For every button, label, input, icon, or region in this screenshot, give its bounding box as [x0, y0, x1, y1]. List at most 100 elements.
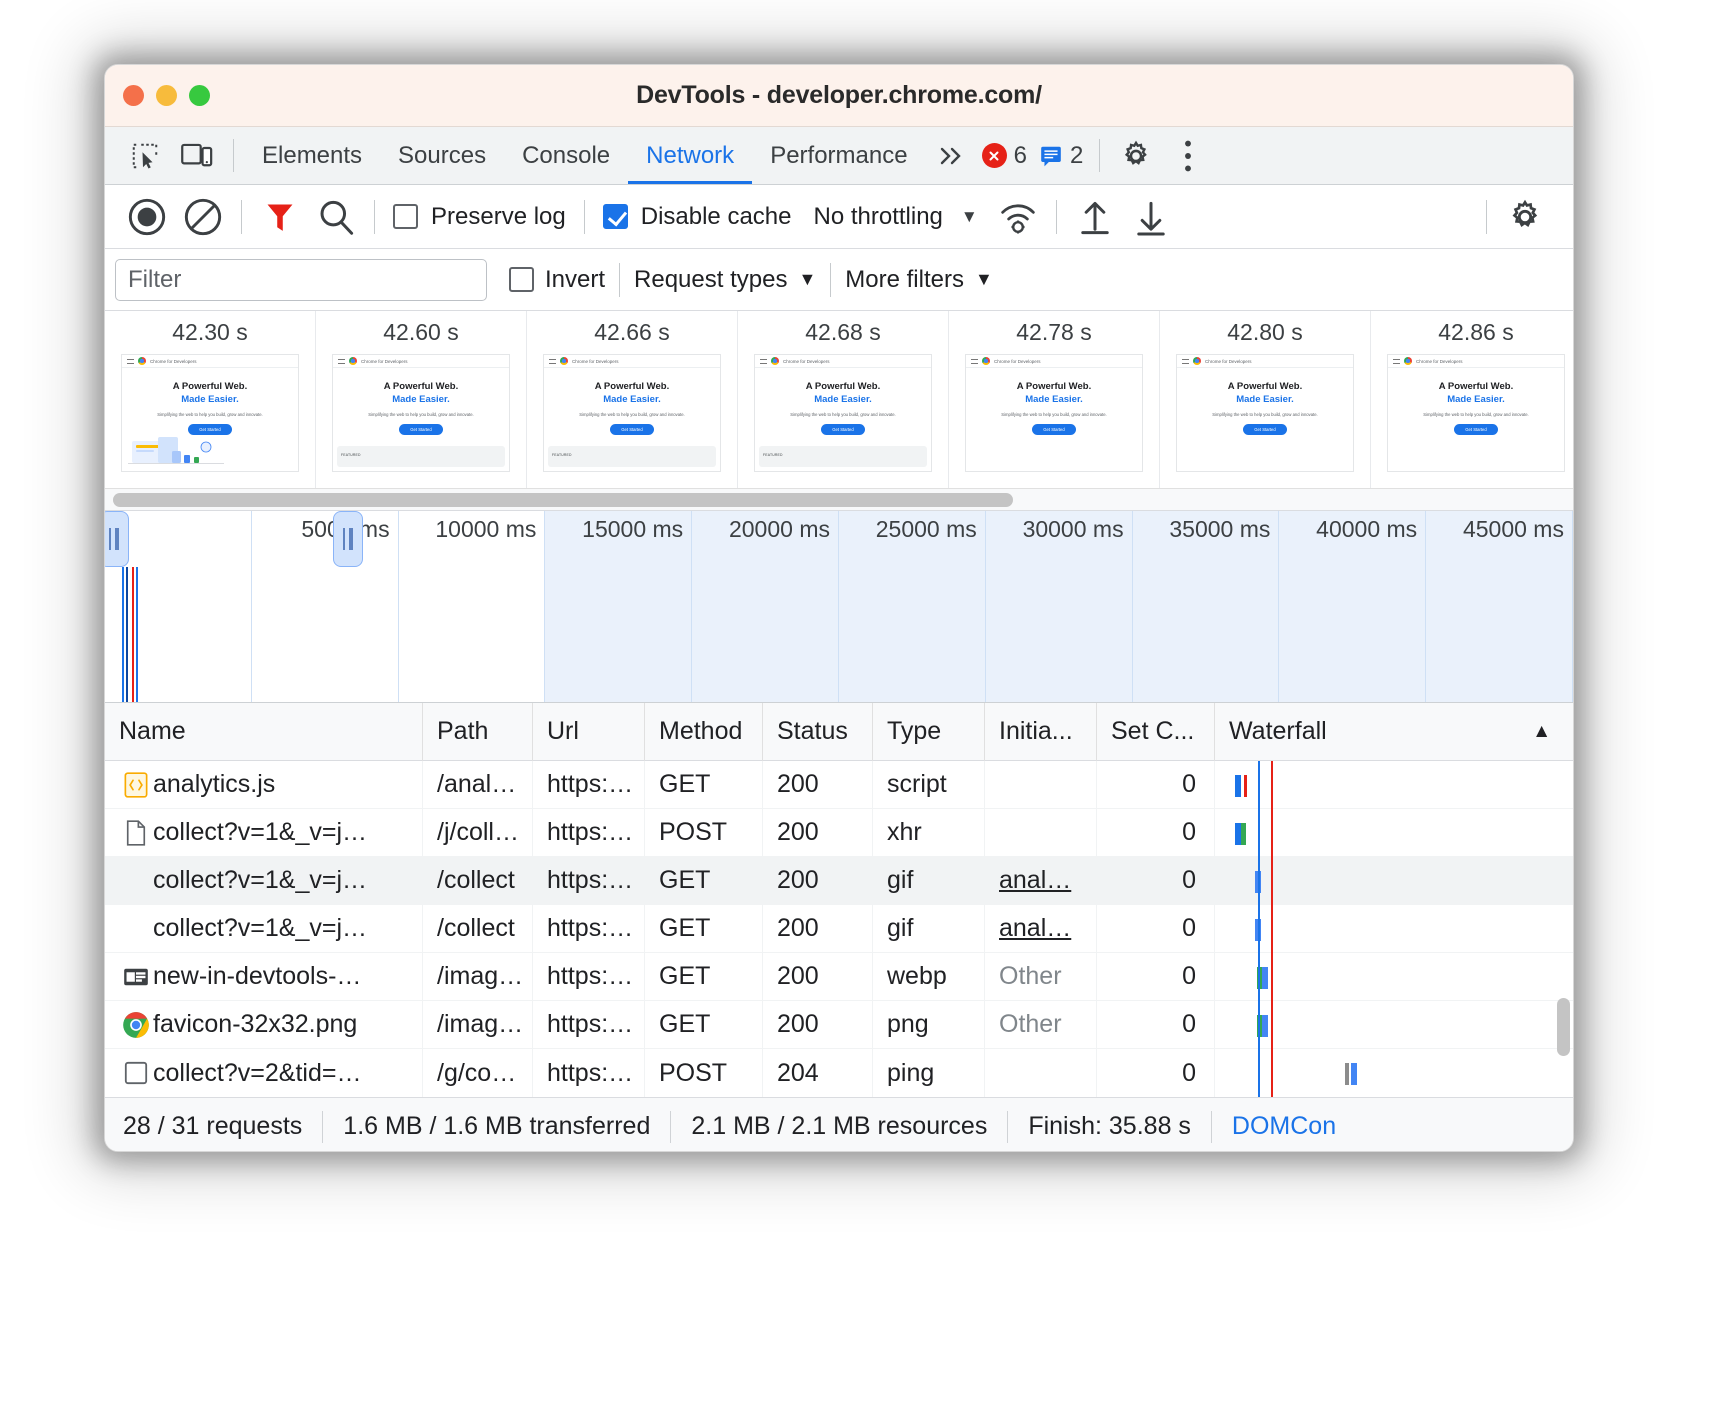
tab-sources-label: Sources: [398, 142, 486, 170]
page-brand: Chrome for Developers: [783, 359, 830, 364]
devtools-tabbar: Elements Sources Console Network Perform…: [105, 127, 1573, 185]
more-filters-dropdown[interactable]: More filters ▼: [845, 266, 993, 294]
filmstrip-frame[interactable]: 42.30 s Chrome for Developers A Powerful…: [105, 311, 316, 488]
table-row[interactable]: favicon-32x32.png /imag… https:… GET 200…: [105, 1001, 1573, 1049]
more-vertical-icon[interactable]: [1162, 127, 1214, 184]
throttling-chevron-down-icon[interactable]: ▼: [947, 207, 990, 227]
page-featured-label: FEATURED: [763, 453, 783, 457]
column-header-name[interactable]: Name: [105, 703, 423, 761]
page-cta-button: Get Started: [821, 424, 865, 435]
preserve-log-label: Preserve log: [431, 203, 566, 231]
column-header-path[interactable]: Path: [423, 703, 533, 761]
page-featured-label: FEATURED: [552, 453, 572, 457]
cell-type: webp: [873, 953, 985, 1001]
left-handle-grip-icon: [109, 528, 119, 550]
filter-input[interactable]: [115, 259, 487, 301]
chrome-icon: [119, 1011, 153, 1039]
filmstrip-scrollbar[interactable]: [105, 489, 1573, 511]
window-titlebar: DevTools - developer.chrome.com/: [105, 65, 1573, 127]
export-har-icon[interactable]: [1123, 189, 1179, 245]
tab-network[interactable]: Network: [628, 127, 752, 184]
filmstrip[interactable]: 42.30 s Chrome for Developers A Powerful…: [105, 311, 1573, 489]
error-badge[interactable]: 6: [976, 127, 1033, 184]
page-topbar: Chrome for Developers: [122, 355, 298, 368]
network-conditions-icon[interactable]: [990, 189, 1046, 245]
network-overview-timeline[interactable]: 5000 ms 10000 ms 15000 ms 20000 ms 25000…: [105, 511, 1573, 703]
requests-table-header: Name Path Url Method Status Type Initia.…: [105, 703, 1573, 761]
more-tabs-chevron-icon[interactable]: [926, 127, 976, 184]
chrome-icon: [771, 357, 779, 365]
cell-initiator[interactable]: anal…: [985, 857, 1097, 905]
tab-console[interactable]: Console: [504, 127, 628, 184]
column-header-waterfall[interactable]: Waterfall ▲: [1215, 703, 1573, 761]
close-window-button[interactable]: [123, 85, 144, 106]
filmstrip-frame[interactable]: 42.68 s Chrome for Developers A Powerful…: [738, 311, 949, 488]
ping-icon: [119, 1061, 153, 1085]
network-settings-gear-icon[interactable]: [1497, 189, 1553, 245]
cell-initiator[interactable]: anal…: [985, 905, 1097, 953]
column-header-status[interactable]: Status: [763, 703, 873, 761]
column-header-set-cookies[interactable]: Set C...: [1097, 703, 1215, 761]
record-icon[interactable]: [119, 189, 175, 245]
column-header-url[interactable]: Url: [533, 703, 645, 761]
tab-elements[interactable]: Elements: [244, 127, 380, 184]
page-subtitle: Simplifying the web to help you build, g…: [755, 412, 931, 417]
request-types-chevron-down-icon: ▼: [798, 269, 816, 290]
import-har-icon[interactable]: [1067, 189, 1123, 245]
table-row[interactable]: analytics.js /anal… https:… GET 200 scri…: [105, 761, 1573, 809]
cell-name[interactable]: favicon-32x32.png: [105, 1001, 423, 1049]
status-resources: 2.1 MB / 2.1 MB resources: [671, 1112, 1007, 1141]
filmstrip-frame[interactable]: 42.78 s Chrome for Developers A Powerful…: [949, 311, 1160, 488]
table-row[interactable]: collect?v=1&_v=j… /j/coll… https:… POST …: [105, 809, 1573, 857]
invert-checkbox[interactable]: Invert: [509, 266, 605, 294]
minimize-window-button[interactable]: [156, 85, 177, 106]
page-topbar: Chrome for Developers: [1177, 355, 1353, 368]
overview-selection-left-handle[interactable]: [105, 511, 129, 567]
overview-cell: 45000 ms: [1426, 511, 1573, 703]
cell-name[interactable]: new-in-devtools-…: [105, 953, 423, 1001]
column-header-initiator[interactable]: Initia...: [985, 703, 1097, 761]
network-toolbar: Preserve log Disable cache No throttling…: [105, 185, 1573, 249]
overview-selection-right-handle[interactable]: [333, 511, 363, 567]
table-row[interactable]: collect?v=1&_v=j… /collect https:… GET 2…: [105, 905, 1573, 953]
maximize-window-button[interactable]: [189, 85, 210, 106]
filter-funnel-icon[interactable]: [252, 189, 308, 245]
tab-performance[interactable]: Performance: [752, 127, 925, 184]
request-types-dropdown[interactable]: Request types ▼: [634, 266, 816, 294]
tab-elements-label: Elements: [262, 142, 362, 170]
filmstrip-frame[interactable]: 42.60 s Chrome for Developers A Powerful…: [316, 311, 527, 488]
cell-waterfall: [1215, 761, 1573, 809]
disable-cache-checkbox[interactable]: Disable cache: [595, 203, 800, 231]
preserve-log-checkbox[interactable]: Preserve log: [385, 203, 574, 231]
table-row[interactable]: new-in-devtools-… /imag… https:… GET 200…: [105, 953, 1573, 1001]
search-icon[interactable]: [308, 189, 364, 245]
filmstrip-frame[interactable]: 42.66 s Chrome for Developers A Powerful…: [527, 311, 738, 488]
cell-path: /collect: [423, 857, 533, 905]
table-scrollbar-thumb[interactable]: [1557, 998, 1570, 1056]
filmstrip-frame-time: 42.68 s: [805, 319, 880, 346]
inspect-element-icon[interactable]: [119, 127, 171, 184]
throttling-select[interactable]: No throttling: [799, 203, 946, 231]
filmstrip-frame[interactable]: 42.80 s Chrome for Developers A Powerful…: [1160, 311, 1371, 488]
device-toolbar-icon[interactable]: [171, 127, 223, 184]
cell-name[interactable]: collect?v=1&_v=j…: [105, 857, 423, 905]
cell-name[interactable]: collect?v=2&tid=…: [105, 1049, 423, 1097]
cell-name[interactable]: collect?v=1&_v=j…: [105, 809, 423, 857]
column-header-method[interactable]: Method: [645, 703, 763, 761]
cell-name[interactable]: collect?v=1&_v=j…: [105, 905, 423, 953]
page-topbar: Chrome for Developers: [333, 355, 509, 368]
cell-name[interactable]: analytics.js: [105, 761, 423, 809]
tab-console-label: Console: [522, 142, 610, 170]
table-row[interactable]: collect?v=1&_v=j… /collect https:… GET 2…: [105, 857, 1573, 905]
filmstrip-frame[interactable]: 42.86 s Chrome for Developers A Powerful…: [1371, 311, 1573, 488]
table-row[interactable]: collect?v=2&tid=… /g/co… https:… POST 20…: [105, 1049, 1573, 1097]
gear-icon[interactable]: [1110, 127, 1162, 184]
column-header-type[interactable]: Type: [873, 703, 985, 761]
cell-type: gif: [873, 857, 985, 905]
message-icon: [1039, 144, 1063, 168]
tab-sources[interactable]: Sources: [380, 127, 504, 184]
clear-icon[interactable]: [175, 189, 231, 245]
filmstrip-scrollbar-thumb[interactable]: [113, 493, 1013, 507]
cell-status: 200: [763, 761, 873, 809]
message-badge[interactable]: 2: [1033, 127, 1089, 184]
